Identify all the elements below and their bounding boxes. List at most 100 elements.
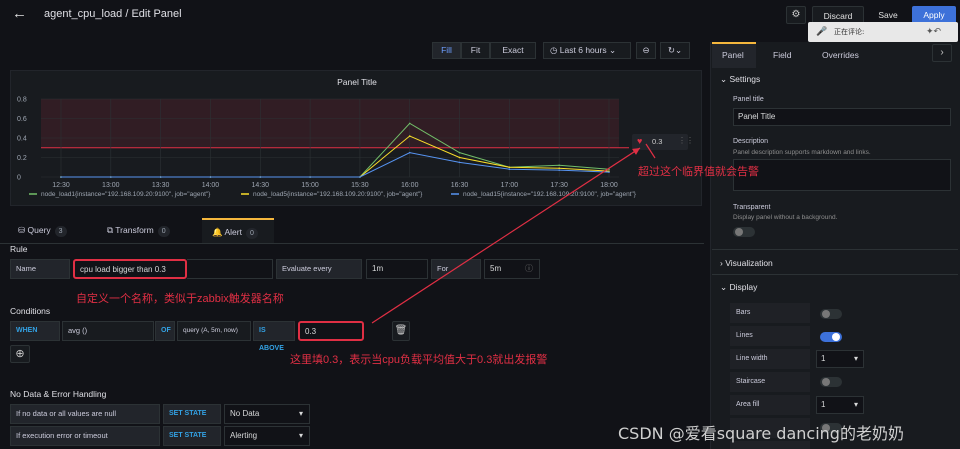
divider (712, 249, 958, 250)
x-tick-label: 14:00 (202, 182, 220, 189)
alert-count-badge: 0 (245, 228, 258, 239)
popup-text: 正在评论: (834, 28, 865, 36)
staircase-toggle[interactable] (820, 377, 842, 387)
settings-gear-icon[interactable]: ⚙ (786, 6, 806, 24)
set-state-keyword-2: SET STATE TO (163, 426, 221, 446)
conditions-heading: Conditions (10, 306, 51, 316)
alert-region (41, 99, 619, 148)
series-point (209, 176, 212, 178)
transparent-toggle[interactable] (733, 227, 755, 237)
tab-alert-label: Alert (224, 227, 242, 237)
tab-alert[interactable]: 🔔 Alert 0 (202, 218, 274, 243)
evaluate-every-input[interactable]: 1m (366, 259, 428, 279)
graph-panel: Panel Title 0 0.2 0.4 0.6 0.8 12:30 13:00 13:30… (10, 70, 702, 206)
when-keyword: WHEN (10, 321, 60, 341)
series-point (458, 161, 461, 164)
chevron-right-icon: › (720, 258, 723, 268)
annotation-value: 这里填0.3，表示当cpu负载平均值大于0.3就出发报警 (290, 354, 548, 366)
zoom-out-icon[interactable]: ⊖ (636, 42, 656, 59)
fill-toggle[interactable]: Fill (432, 42, 461, 59)
tab-query[interactable]: ⛁ Query 3 (18, 218, 67, 243)
area-fill-value: 1 (821, 400, 826, 409)
refresh-icon[interactable]: ↻⌄ (660, 42, 690, 59)
y-tick-label: 0.4 (17, 136, 27, 143)
error-label: If execution error or timeout (10, 426, 160, 446)
lines-row: Lines (730, 326, 810, 346)
fit-toggle[interactable]: Fit (461, 42, 490, 59)
y-tick-label: 0.6 (17, 116, 27, 123)
clock-icon: ◷ (550, 45, 558, 55)
bell-icon: 🔔 (212, 227, 223, 237)
legend-label: node_load15{instance="192.168.109.20:910… (463, 191, 637, 198)
bars-toggle[interactable] (820, 309, 842, 319)
is-above-keyword[interactable]: IS ABOVE (253, 321, 295, 352)
error-state-value: Alerting (230, 431, 258, 440)
display-section[interactable]: ⌄ Display (720, 282, 757, 293)
settings-section[interactable]: ⌄ Settings (720, 74, 760, 85)
x-tick-label: 15:30 (351, 182, 369, 189)
page-title: agent_cpu_load / Edit Panel (44, 8, 182, 20)
description-hint: Panel description supports markdown and … (733, 149, 871, 156)
tab-transform[interactable]: ⧉ Transform 0 (107, 218, 170, 243)
visualization-section[interactable]: › Visualization (720, 258, 773, 268)
legend-label: node_load5{instance="192.168.109.20:9100… (253, 191, 423, 198)
series-point (259, 176, 262, 178)
name-input[interactable]: cpu load bigger than 0.3 (73, 259, 187, 279)
x-tick-label: 17:30 (550, 182, 568, 189)
x-tick-label: 14:30 (252, 182, 270, 189)
time-range-label: Last 6 hours (559, 45, 607, 55)
panel-title-input[interactable]: Panel Title (733, 108, 951, 126)
for-label: For (431, 259, 481, 279)
graph-chart: 0 0.2 0.4 0.6 0.8 12:30 13:00 13:30 14:00 14:30 15… (17, 97, 637, 199)
x-tick-label: 15:00 (301, 182, 319, 189)
caret-down-icon: ▾ (298, 431, 303, 440)
chevron-right-icon[interactable]: › (932, 44, 952, 62)
for-input[interactable]: 5m ⓘ (484, 259, 540, 279)
series-point (408, 122, 411, 125)
series-point (558, 164, 560, 167)
add-condition-icon[interactable]: ⊕ (10, 345, 30, 363)
x-tick-label: 18:00 (600, 182, 618, 189)
series-point (408, 135, 411, 137)
bars-label: Bars (736, 309, 751, 316)
lines-toggle[interactable] (820, 332, 842, 342)
time-range-picker[interactable]: ◷ Last 6 hours ⌄ (543, 42, 631, 59)
line-width-label: Line width (736, 355, 768, 362)
query-selector[interactable]: query (A, 5m, now) (177, 321, 251, 341)
tabs-divider (0, 243, 704, 244)
transform-icon: ⧉ (107, 225, 114, 235)
area-fill-select[interactable]: 1 ▾ (816, 396, 864, 414)
area-fill-row: Area fill (730, 395, 810, 415)
series-point (309, 176, 311, 178)
threshold-input[interactable]: 0.3 (298, 321, 364, 341)
legend-label: node_load1{instance="192.168.109.20:9100… (41, 191, 211, 198)
name-input-extension[interactable] (187, 259, 273, 279)
y-tick-label: 0.2 (17, 155, 27, 162)
display-heading: Display (729, 282, 758, 292)
description-textarea[interactable] (733, 159, 951, 191)
tab-overrides[interactable]: Overrides (822, 50, 859, 60)
no-data-state-value: No Data (230, 409, 260, 418)
back-arrow-icon[interactable]: ← (12, 6, 28, 22)
exact-toggle[interactable]: Exact (490, 42, 536, 59)
x-tick-label: 16:00 (401, 182, 419, 189)
reducer-function[interactable]: avg () (62, 321, 154, 341)
trash-icon[interactable]: 🗑 (392, 321, 410, 341)
series-point (359, 176, 361, 178)
series-point (508, 166, 511, 169)
no-data-label: If no data or all values are null (10, 404, 160, 424)
divider (712, 274, 958, 275)
no-data-state-select[interactable]: No Data ▾ (224, 404, 310, 424)
transparent-hint: Display panel without a background. (733, 214, 838, 221)
series-point (159, 176, 162, 178)
tools-icon: ✦↶ (926, 26, 942, 36)
bars-row: Bars (730, 303, 810, 323)
tab-field[interactable]: Field (773, 50, 791, 60)
line-width-row: Line width (730, 349, 810, 369)
line-width-select[interactable]: 1 ▾ (816, 350, 864, 368)
series-line (61, 152, 610, 178)
x-tick-label: 12:30 (52, 182, 70, 189)
error-state-select[interactable]: Alerting ▾ (224, 426, 310, 446)
rule-heading: Rule (10, 244, 28, 254)
threshold-handle[interactable]: ♥ 0.3 ⋮⋮ (632, 134, 694, 150)
